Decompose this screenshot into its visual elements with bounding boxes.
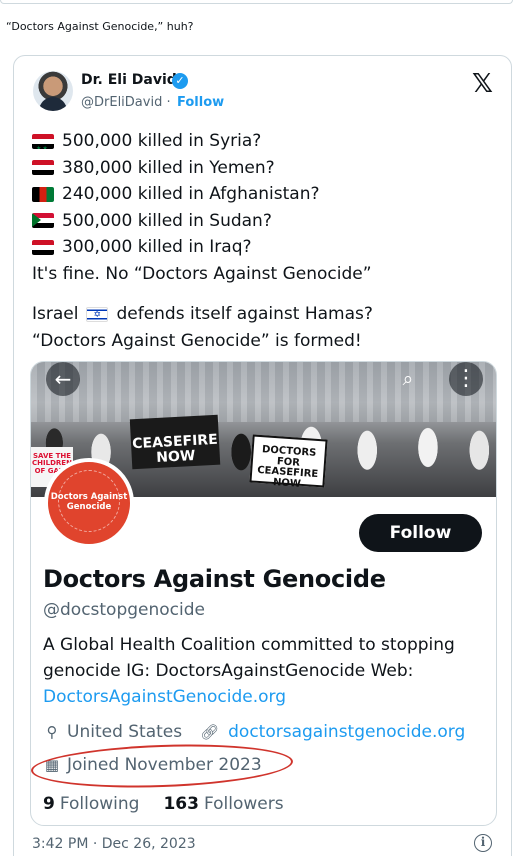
avatar-logo-text: Doctors Against Genocide xyxy=(50,492,128,512)
profile-name: Doctors Against Genocide xyxy=(43,565,386,593)
profile-meta-row: ⚲ United States 🔗︎ doctorsagainstgenocid… xyxy=(43,722,466,742)
author-handle-text: @DrEliDavid xyxy=(81,95,163,110)
tweet-line-text: 500,000 killed in Syria? xyxy=(62,131,262,151)
tweet-line-text: defends itself against Hamas? xyxy=(116,304,373,324)
post-caption: “Doctors Against Genocide,” huh? xyxy=(6,20,194,33)
following-label: Following xyxy=(59,794,140,814)
tweet-line-yemen: 380,000 killed in Yemen? xyxy=(32,155,502,182)
tweet-line-iraq: 300,000 killed in Iraq? xyxy=(32,234,502,261)
embedded-tweet[interactable]: Dr. Eli David ✓ @DrEliDavid · Follow 𝕏 5… xyxy=(13,55,512,856)
profile-bio-link[interactable]: DoctorsAgainstGenocide.org xyxy=(43,687,286,707)
tweet-line-formed: “Doctors Against Genocide” is formed! xyxy=(32,330,362,351)
yemen-flag-icon xyxy=(32,160,54,176)
search-icon[interactable]: ⌕ xyxy=(391,362,425,396)
author-handle[interactable]: @DrEliDavid · xyxy=(81,95,171,110)
profile-handle: @docstopgenocide xyxy=(43,600,205,620)
profile-screenshot-card[interactable]: CEASEFIRE NOW DOCTORS FOR CEASEFIRE NOW … xyxy=(30,361,497,826)
tweet-line-afghanistan: 240,000 killed in Afghanistan? xyxy=(32,181,502,208)
tweet-line-text: Israel xyxy=(32,304,79,324)
banner-sign-ceasefire: CEASEFIRE NOW xyxy=(129,414,221,470)
tweet-line-sudan: 500,000 killed in Sudan? xyxy=(32,208,502,235)
tweet-line-syria: 500,000 killed in Syria? xyxy=(32,128,502,155)
tweet-timestamp[interactable]: 3:42 PM · Dec 26, 2023 xyxy=(32,836,196,852)
iraq-flag-icon xyxy=(32,239,54,255)
author-avatar[interactable] xyxy=(33,71,73,111)
followers-label: Followers xyxy=(203,794,284,814)
follow-counts: 9 Following 163 Followers xyxy=(43,794,284,814)
tweet-line-israel: Israel defends itself against Hamas? xyxy=(32,301,502,328)
handle-separator: · xyxy=(166,95,171,110)
tweet-line-fine: It's fine. No “Doctors Against Genocide” xyxy=(32,263,372,284)
afghanistan-flag-icon xyxy=(32,186,54,202)
banner-sign-doctors-for: DOCTORS FOR CEASEFIRE NOW xyxy=(249,434,328,489)
profile-joined-date: Joined November 2023 xyxy=(67,755,262,775)
tweet-line-text: 240,000 killed in Afghanistan? xyxy=(62,184,320,204)
follow-button[interactable]: Follow xyxy=(359,514,482,552)
sudan-flag-icon xyxy=(32,213,54,229)
back-arrow-icon[interactable]: ← xyxy=(46,362,80,396)
profile-location: United States xyxy=(67,722,183,742)
tweet-line-text: 300,000 killed in Iraq? xyxy=(62,237,252,257)
previous-post-edge xyxy=(0,0,513,4)
followers-number: 163 xyxy=(163,794,199,814)
calendar-icon: ▦ xyxy=(44,756,60,774)
following-count[interactable]: 9 Following xyxy=(43,794,139,814)
info-icon[interactable]: i xyxy=(474,834,492,852)
verified-badge-icon: ✓ xyxy=(172,73,188,89)
profile-bio-text: A Global Health Coalition committed to s… xyxy=(43,635,455,681)
link-icon: 🔗︎ xyxy=(200,723,220,741)
more-icon[interactable]: ⋮ xyxy=(449,362,483,396)
profile-avatar[interactable]: Doctors Against Genocide xyxy=(44,458,134,548)
following-number: 9 xyxy=(43,794,55,814)
author-name[interactable]: Dr. Eli David xyxy=(81,72,177,88)
profile-website-link[interactable]: doctorsagainstgenocide.org xyxy=(228,722,465,742)
followers-count[interactable]: 163 Followers xyxy=(163,794,283,814)
x-logo-icon[interactable]: 𝕏 xyxy=(472,69,493,99)
profile-bio: A Global Health Coalition committed to s… xyxy=(43,632,483,710)
israel-flag-icon xyxy=(86,306,109,322)
tweet-line-text: 380,000 killed in Yemen? xyxy=(62,157,275,178)
syria-flag-icon xyxy=(32,133,54,149)
location-pin-icon: ⚲ xyxy=(46,723,58,741)
tweet-line-text: 500,000 killed in Sudan? xyxy=(62,210,272,231)
tweet-text: 500,000 killed in Syria? 380,000 killed … xyxy=(32,128,502,354)
profile-joined-row: ▦ Joined November 2023 xyxy=(43,755,262,775)
follow-link[interactable]: Follow xyxy=(177,95,224,110)
